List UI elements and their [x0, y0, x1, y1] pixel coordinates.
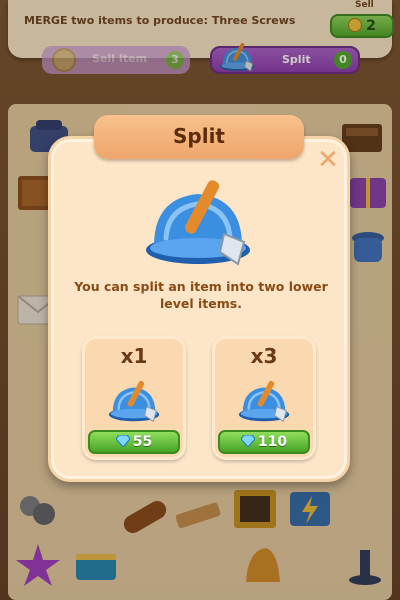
split-option-x1[interactable]: x1 55	[82, 336, 186, 460]
split-description: You can split an item into two lower lev…	[74, 279, 328, 311]
option-multiplier: x3	[250, 344, 278, 368]
dialog-title: Split	[94, 115, 304, 159]
option-multiplier: x1	[120, 344, 148, 368]
option-price: 110	[257, 434, 288, 450]
option-price: 55	[132, 434, 153, 450]
hard-hat-icon	[236, 376, 294, 426]
split-option-x3[interactable]: x3 110	[212, 336, 316, 460]
hard-hat-icon	[138, 172, 262, 272]
buy-x3-button[interactable]: 110	[218, 430, 310, 454]
gem-icon	[241, 435, 255, 447]
buy-x1-button[interactable]: 55	[88, 430, 180, 454]
gem-icon	[116, 435, 130, 447]
close-icon[interactable]: ✕	[314, 146, 342, 174]
hard-hat-icon	[106, 376, 164, 426]
